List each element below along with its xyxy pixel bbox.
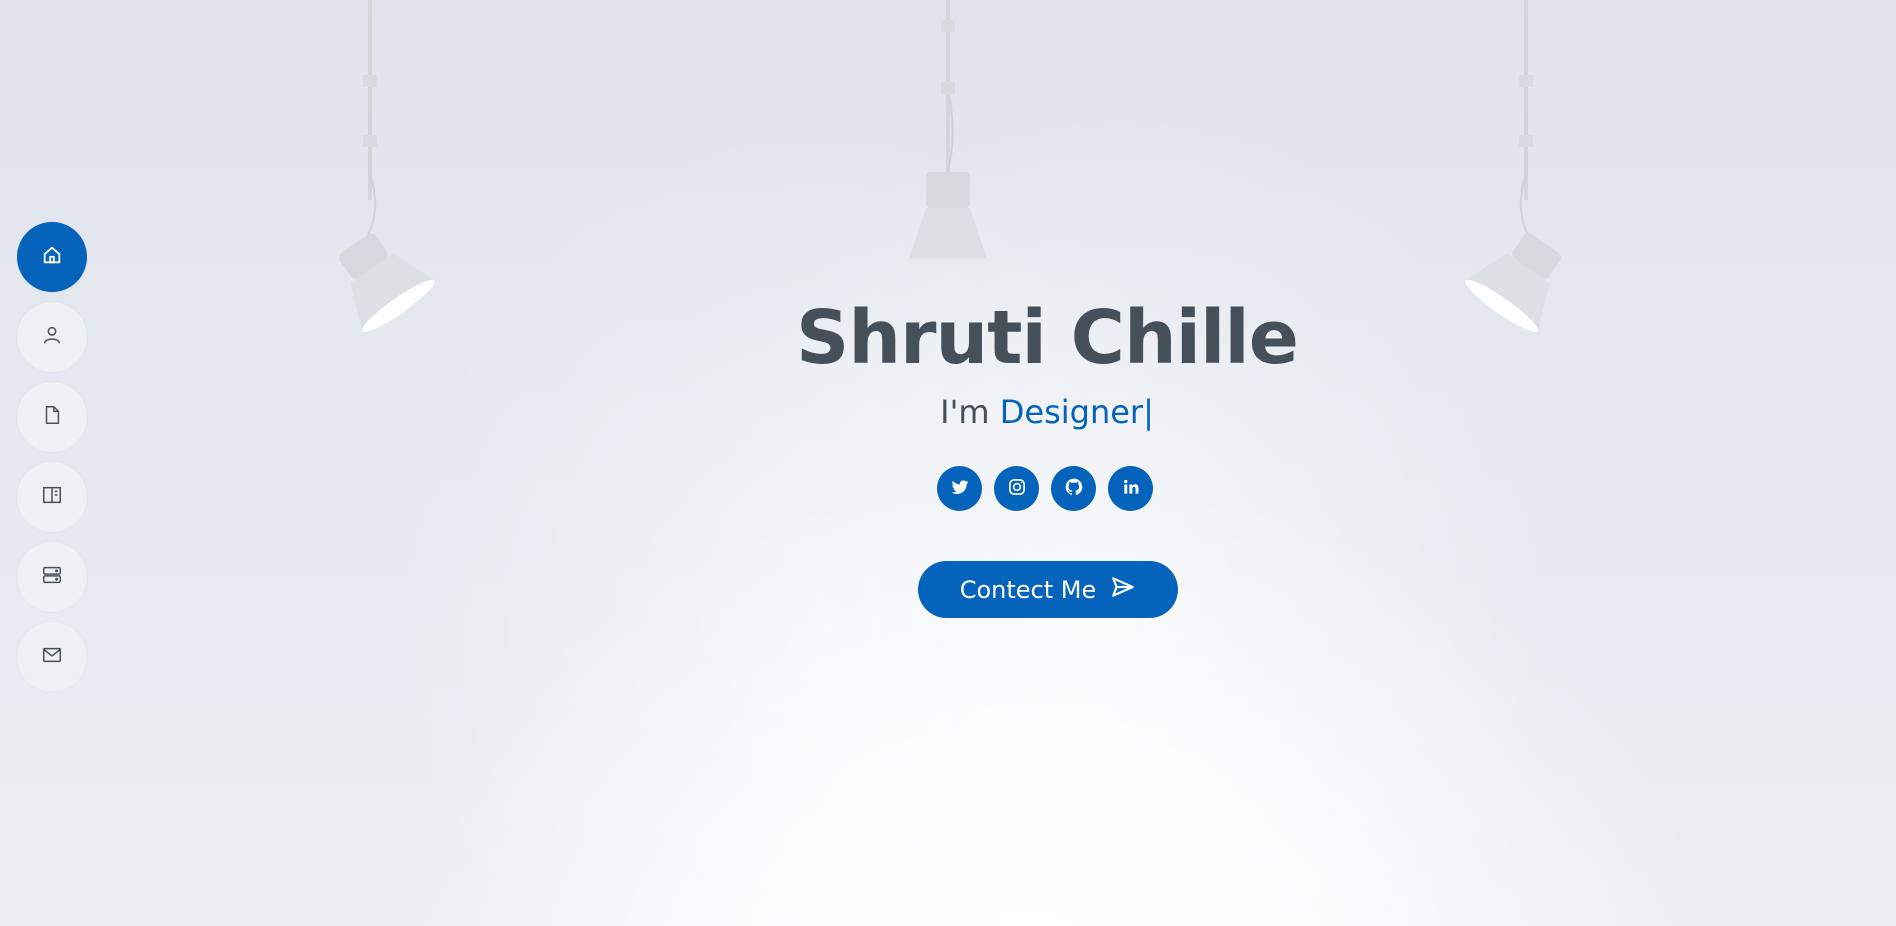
linkedin-icon <box>1121 477 1141 501</box>
envelope-icon <box>41 644 63 670</box>
home-icon <box>41 244 63 270</box>
send-icon <box>1110 574 1136 606</box>
tagline-prefix: I'm <box>940 393 1000 431</box>
twitter-icon <box>950 477 970 501</box>
nav-resume-button[interactable] <box>17 382 87 452</box>
github-link[interactable] <box>1051 466 1096 511</box>
twitter-link[interactable] <box>937 466 982 511</box>
social-links <box>937 466 1153 511</box>
stage-light-right <box>1440 0 1570 350</box>
linkedin-link[interactable] <box>1108 466 1153 511</box>
nav-contact-button[interactable] <box>17 622 87 692</box>
user-icon <box>41 324 63 350</box>
sidebar-nav <box>17 222 87 692</box>
nav-services-button[interactable] <box>17 542 87 612</box>
stage-light-left <box>330 0 460 350</box>
book-icon <box>41 484 63 510</box>
stage-light-center <box>898 0 998 270</box>
instagram-link[interactable] <box>994 466 1039 511</box>
nav-about-button[interactable] <box>17 302 87 372</box>
server-icon <box>41 564 63 590</box>
github-icon <box>1064 477 1084 501</box>
hero-tagline: I'm Designer| <box>747 390 1347 434</box>
nav-portfolio-button[interactable] <box>17 462 87 532</box>
tagline-role: Designer <box>999 393 1144 431</box>
typing-cursor: | <box>1143 393 1154 431</box>
document-icon <box>41 404 63 430</box>
contact-me-button[interactable]: Contect Me <box>918 561 1178 618</box>
hero-name: Shruti Chille <box>796 295 1299 381</box>
nav-home-button[interactable] <box>17 222 87 292</box>
instagram-icon <box>1007 477 1027 501</box>
contact-me-label: Contect Me <box>959 575 1097 604</box>
